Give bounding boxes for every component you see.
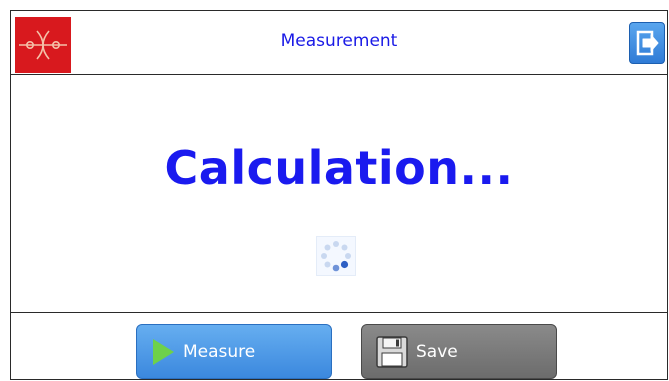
save-label: Save: [416, 341, 458, 362]
content-area: Calculation...: [11, 75, 667, 314]
loading-spinner-icon: [316, 236, 356, 276]
measure-button[interactable]: Measure: [136, 324, 332, 379]
exit-icon: [630, 30, 664, 67]
save-button[interactable]: Save: [361, 324, 557, 379]
header-bar: Measurement: [11, 11, 667, 75]
measure-label: Measure: [183, 341, 256, 362]
exit-button[interactable]: [629, 22, 665, 64]
play-icon: [151, 338, 175, 366]
footer-bar: Measure Save: [11, 312, 667, 379]
status-message: Calculation...: [164, 141, 514, 195]
floppy-disk-icon: [376, 335, 408, 368]
app-window: Measurement Calculation... Measure Save: [10, 10, 668, 380]
page-title: Measurement: [280, 31, 398, 51]
